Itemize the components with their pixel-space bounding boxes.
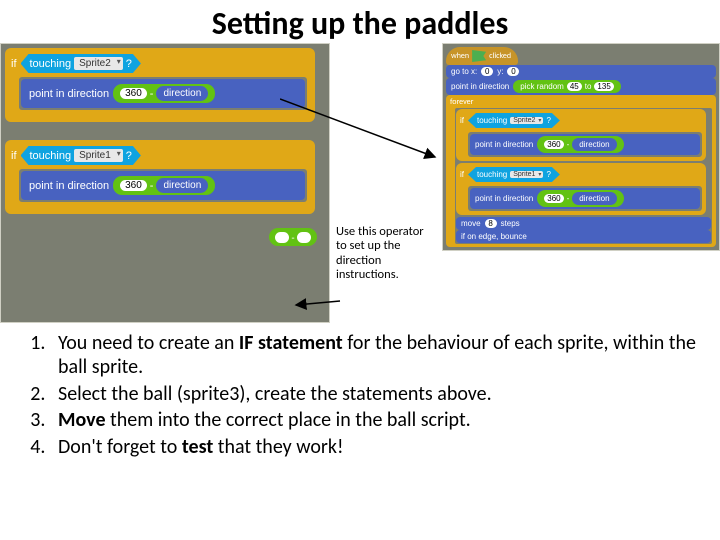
- green-flag-icon: [472, 50, 486, 62]
- n360b[interactable]: 360: [544, 194, 563, 203]
- edge-bounce-block: if on edge, bounce: [456, 230, 711, 243]
- subtract-operator: 360 - direction: [113, 176, 215, 195]
- if-label: if: [11, 150, 17, 162]
- rand-to[interactable]: 135: [594, 82, 613, 91]
- instruction-list: You need to create an IF statement for t…: [0, 323, 720, 459]
- touching-label: touching: [30, 58, 72, 70]
- touching-label: touching: [477, 116, 507, 125]
- right-scratch-panel: when clicked go to x: 0 y: 0 point in di…: [442, 43, 720, 251]
- if-label: if: [460, 116, 464, 125]
- i4c: that they work!: [213, 435, 343, 459]
- sprite-dropdown[interactable]: Sprite2: [74, 57, 123, 70]
- n360[interactable]: 360: [544, 140, 563, 149]
- subtract-operator-palette[interactable]: -: [269, 228, 317, 246]
- qmark: ?: [126, 58, 132, 70]
- instruction-3: Move them into the correct place in the …: [50, 408, 704, 432]
- num-360[interactable]: 360: [120, 180, 147, 191]
- empty-slot-right[interactable]: [297, 232, 311, 243]
- goto-label: go to x:: [451, 67, 477, 76]
- dir-reporter-tiny: direction: [572, 138, 616, 151]
- forever-block: forever if touching Sprite2 ? point: [446, 95, 716, 247]
- sprite2-dd-tiny[interactable]: Sprite2: [510, 117, 543, 124]
- point-direction-block: point in direction 360 - direction: [21, 79, 305, 108]
- y-value[interactable]: 0: [507, 67, 519, 76]
- direction-reporter: direction: [156, 86, 208, 101]
- if-sprite1-tiny: if touching Sprite1 ? point in direction…: [456, 163, 706, 215]
- i4a: Don't forget to: [58, 435, 182, 459]
- if-label: if: [11, 58, 17, 70]
- if-sprite2-tiny: if touching Sprite2 ? point in direction…: [456, 109, 706, 161]
- instruction-4: Don't forget to test that they work!: [50, 435, 704, 459]
- qmark: ?: [546, 170, 550, 179]
- i3b: them into the correct place in the ball …: [106, 408, 471, 432]
- touching-hex-tiny: touching Sprite2 ?: [468, 113, 560, 128]
- if-block-sprite2: if touching Sprite2 ? point in direction…: [5, 48, 315, 122]
- pick-random-operator: pick random 45 to 135: [513, 80, 621, 93]
- if-label: if: [460, 170, 464, 179]
- slide-title: Setting up the paddles: [0, 0, 720, 43]
- i3a: Move: [58, 408, 106, 432]
- clicked-label: clicked: [489, 51, 511, 61]
- touching-hex: touching Sprite1 ?: [21, 146, 141, 165]
- y-label: y:: [497, 67, 503, 76]
- qmark: ?: [126, 150, 132, 162]
- minus: -: [567, 194, 570, 203]
- touching-label: touching: [477, 170, 507, 179]
- sub-op-tiny2: 360 - direction: [537, 190, 623, 207]
- forever-label: forever: [450, 97, 473, 107]
- move-block: move 8 steps: [456, 217, 711, 230]
- steps-label: steps: [501, 219, 520, 228]
- minus-sign: -: [150, 88, 154, 100]
- point-dir-label: point in direction: [29, 88, 109, 100]
- point-dir-label: point in direction: [451, 82, 509, 91]
- to-label: to: [585, 82, 592, 91]
- point-direction-block: point in direction 360 - direction: [21, 171, 305, 200]
- point-dir-label: point in direction: [475, 140, 533, 149]
- edge-bounce-label: if on edge, bounce: [461, 232, 527, 241]
- when-flag-hat: when clicked: [446, 47, 518, 65]
- empty-slot-left[interactable]: [275, 232, 289, 243]
- goto-block: go to x: 0 y: 0: [446, 65, 716, 78]
- point-random-block: point in direction pick random 45 to 135: [446, 78, 716, 95]
- steps-value[interactable]: 8: [485, 219, 497, 228]
- left-scratch-panel: if touching Sprite2 ? point in direction…: [0, 43, 330, 323]
- qmark: ?: [546, 116, 550, 125]
- rand-from[interactable]: 45: [567, 82, 582, 91]
- minus-sign: -: [291, 231, 294, 244]
- sub-op-tiny: 360 - direction: [537, 136, 623, 153]
- when-label: when: [451, 51, 469, 61]
- sprite-dropdown[interactable]: Sprite1: [74, 149, 123, 162]
- content-row: if touching Sprite2 ? point in direction…: [0, 43, 720, 323]
- touching-hex: touching Sprite2 ?: [21, 54, 141, 73]
- i1a: You need to create an: [58, 331, 239, 355]
- callout-text: Use this operator to set up the directio…: [336, 225, 433, 283]
- if-block-sprite1: if touching Sprite1 ? point in direction…: [5, 140, 315, 214]
- move-label: move: [461, 219, 481, 228]
- instruction-2: Select the ball (sprite3), create the st…: [50, 382, 704, 406]
- x-value[interactable]: 0: [481, 67, 493, 76]
- point-dir-label: point in direction: [29, 180, 109, 192]
- point-dir-tiny2: point in direction 360 - direction: [470, 188, 700, 209]
- minus: -: [567, 140, 570, 149]
- minus-sign: -: [150, 180, 154, 192]
- i1b: IF statement: [239, 331, 343, 355]
- touching-label: touching: [30, 150, 72, 162]
- direction-reporter: direction: [156, 178, 208, 193]
- point-dir-tiny: point in direction 360 - direction: [470, 134, 700, 155]
- sprite1-dd-tiny[interactable]: Sprite1: [510, 171, 543, 178]
- touching-hex-tiny: touching Sprite1 ?: [468, 167, 560, 182]
- num-360[interactable]: 360: [120, 88, 147, 99]
- i4b: test: [182, 435, 213, 459]
- pick-random-label: pick random: [520, 82, 564, 91]
- subtract-operator: 360 - direction: [113, 84, 215, 103]
- instruction-1: You need to create an IF statement for t…: [50, 331, 704, 380]
- dir-reporter-tiny2: direction: [572, 192, 616, 205]
- point-dir-label: point in direction: [475, 194, 533, 203]
